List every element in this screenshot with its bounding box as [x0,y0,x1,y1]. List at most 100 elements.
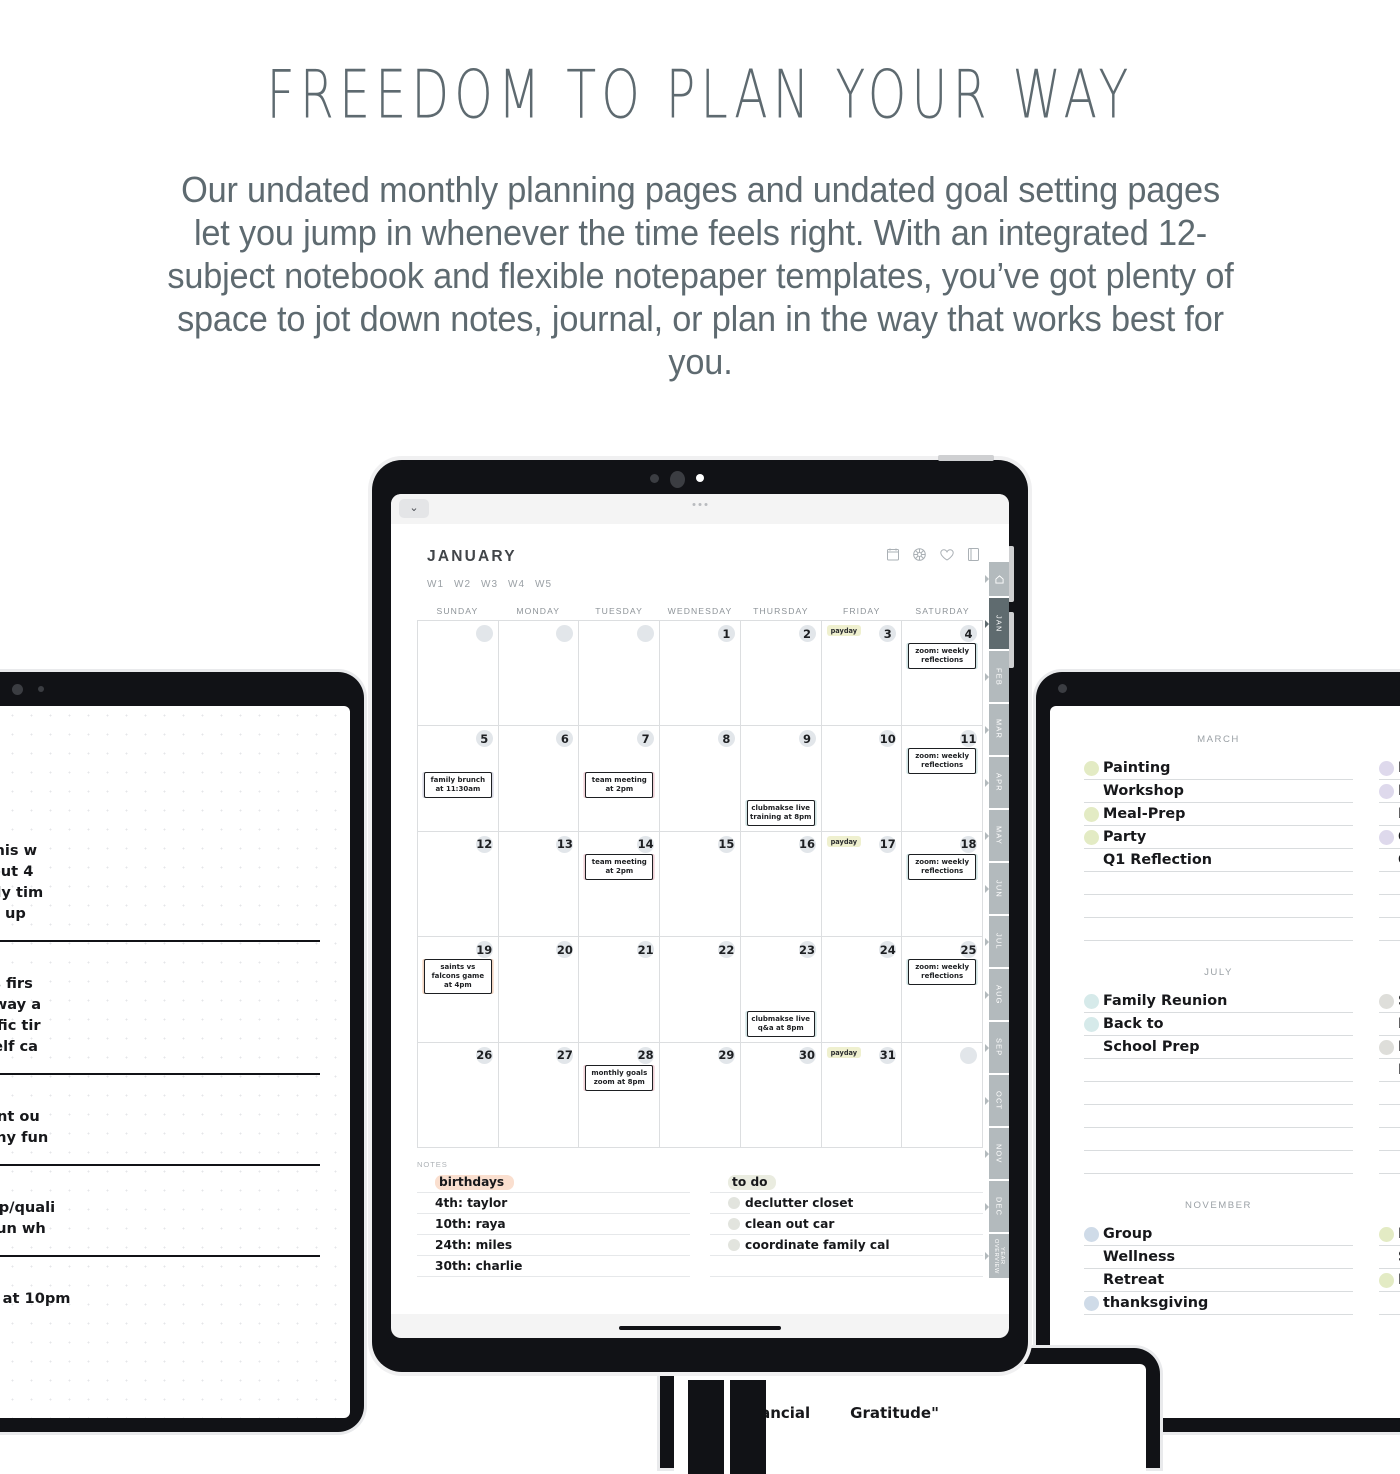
calendar-day-cell[interactable]: payday 3 [821,621,903,727]
calendar-day-cell[interactable]: · [579,621,661,727]
calendar-day-cell[interactable]: 8 [660,726,741,832]
goal-line[interactable]: Donation Day [1379,757,1400,780]
goal-line[interactable]: Family Photos [1379,1269,1400,1292]
calendar-day-cell[interactable]: 1 [660,621,741,727]
calendar-day-cell[interactable]: 5 family brunch at 11:30am [418,726,499,832]
month-tab-jun[interactable]: JUN [989,863,1009,914]
goal-line[interactable]: Painting [1084,757,1353,780]
checkbox-bullet[interactable] [728,1197,740,1209]
week-chip[interactable]: W1 [427,579,444,590]
calendar-day-cell[interactable]: 14 team meeting at 2pm [579,831,661,938]
month-tab-apr[interactable]: APR [989,757,1009,808]
calendar-icon[interactable] [887,548,899,561]
goal-line[interactable]: Meal-Prep [1084,803,1353,826]
calendar-day-cell[interactable]: 25 zoom: weekly reflections [902,937,983,1043]
calendar-event[interactable]: clubmakse live training at 8pm [746,800,815,827]
reflection-item[interactable]: walked/worked out 4 [0,861,320,882]
checkbox-bullet[interactable] [728,1218,740,1230]
calendar-day-cell[interactable]: 30 [740,1042,822,1148]
goal-line[interactable]: Digital [1379,780,1400,803]
window-grabber[interactable] [692,503,708,506]
note-line[interactable]: clean out car [710,1214,983,1235]
goal-line[interactable]: Workshop [1084,780,1353,803]
note-line[interactable]: 10th: raya [417,1214,690,1235]
heart-icon[interactable] [940,548,954,561]
calendar-day-cell[interactable]: · [498,621,580,727]
power-button[interactable] [938,455,994,461]
calendar-day-cell[interactable]: · [902,1042,983,1148]
chevron-down-icon[interactable]: ⌄ [399,499,429,518]
month-tab-aug[interactable]: AUG [989,969,1009,1020]
calendar-event[interactable]: monthly goals zoom at 8pm [585,1064,654,1091]
calendar-day-cell[interactable]: 6 [498,726,580,832]
goal-line[interactable] [1084,1105,1353,1128]
goal-line[interactable]: thanksgiving [1084,1292,1353,1315]
goal-line[interactable]: School Prep [1084,1036,1353,1059]
goal-line[interactable] [1379,895,1400,918]
calendar-day-cell[interactable]: 4 zoom: weekly reflections [902,621,983,727]
calendar-day-cell[interactable]: 16 [740,831,822,938]
month-tab-oct[interactable]: OCT [989,1075,1009,1126]
goal-line[interactable] [1379,1151,1400,1174]
week-chip[interactable]: W5 [535,579,552,590]
note-line[interactable]: 4th: taylor [417,1193,690,1214]
calendar-day-cell[interactable]: 15 [660,831,741,938]
calendar-day-cell[interactable]: 22 [660,937,741,1043]
reflection-item[interactable]: pre-scheduled self ca [0,1036,320,1057]
note-line[interactable] [710,1256,983,1277]
reflection-item[interactable]: planning too many fun [0,1127,320,1148]
calendar-day-cell[interactable]: 21 [579,937,661,1043]
reflection-item[interactable]: feeling tired/burnt ou [0,1106,320,1127]
goal-line[interactable]: Planning [1379,1013,1400,1036]
week-selector[interactable]: W1 W2 W3 W4 W5 [427,579,973,590]
month-tab-may[interactable]: MAY [989,810,1009,861]
goal-line[interactable]: Family Reunion [1084,990,1353,1013]
month-tab-mar[interactable]: MAR [989,704,1009,755]
reflection-item[interactable]: dedicating specific tir [0,1015,320,1036]
calendar-day-cell[interactable]: 23 clubmakse live q&a at 8pm [740,937,822,1043]
reflection-item[interactable]: mindful eating this w [0,840,320,861]
calendar-day-cell[interactable]: 2 [740,621,822,727]
goal-line[interactable]: Back to School [1379,1036,1400,1059]
calendar-event[interactable]: team meeting at 2pm [585,772,654,799]
calendar-day-cell[interactable]: 26 [418,1042,499,1148]
month-tab-dec[interactable]: DEC [989,1181,1009,1232]
calendar-day-cell[interactable]: 27 [498,1042,580,1148]
note-line[interactable]: to do [710,1172,983,1193]
calendar-day-cell[interactable]: 12 [418,831,499,938]
calendar-day-cell[interactable]: 10 [821,726,903,832]
goal-line[interactable] [1084,1151,1353,1174]
note-line[interactable]: 30th: charlie [417,1256,690,1277]
note-line[interactable]: coordinate family cal [710,1235,983,1256]
goal-line[interactable] [1379,872,1400,895]
goal-line[interactable]: Night [1379,1059,1400,1082]
calendar-day-cell[interactable]: 13 [498,831,580,938]
calendar-event[interactable]: team meeting at 2pm [585,853,654,880]
home-tab-icon[interactable] [989,562,1009,596]
compass-icon[interactable] [913,548,926,561]
calendar-event[interactable]: family brunch at 11:30am [424,772,492,799]
calendar-event[interactable]: zoom: weekly reflections [908,643,976,669]
note-line[interactable]: declutter closet [710,1193,983,1214]
checkbox-bullet[interactable] [728,1239,740,1251]
reflection-item[interactable]: in bed/lights out at 10pm [0,1288,320,1309]
calendar-event[interactable]: zoom: weekly reflections [908,748,976,775]
calendar-event[interactable]: saints vs falcons game at 4pm [424,959,492,995]
goal-line[interactable] [1084,895,1353,918]
goal-line[interactable] [1379,1105,1400,1128]
goal-line[interactable] [1379,1292,1400,1315]
calendar-day-cell[interactable]: 20 [498,937,580,1043]
year-overview-tab[interactable]: YEAR OVERVIEW [989,1234,1009,1278]
calendar-day-cell[interactable]: 28 monthly goals zoom at 8pm [579,1042,661,1148]
reflection-item[interactable]: complete caught up [0,903,320,924]
goal-line[interactable] [1084,1128,1353,1151]
goal-line[interactable] [1084,1059,1353,1082]
calendar-day-cell[interactable]: 18 zoom: weekly reflections [902,831,983,938]
calendar-day-cell[interactable]: 9 clubmakse live training at 8pm [740,726,822,832]
reflection-item[interactable]: getting outdoors firs [0,973,320,994]
reflection-item[interactable]: i need more sleep/quali [0,1197,320,1218]
week-chip[interactable]: W3 [481,579,498,590]
goal-line[interactable]: Girls Brunch [1379,849,1400,872]
calendar-day-cell[interactable]: 7 team meeting at 2pm [579,726,661,832]
reflection-item[interactable]: had quality family tim [0,882,320,903]
